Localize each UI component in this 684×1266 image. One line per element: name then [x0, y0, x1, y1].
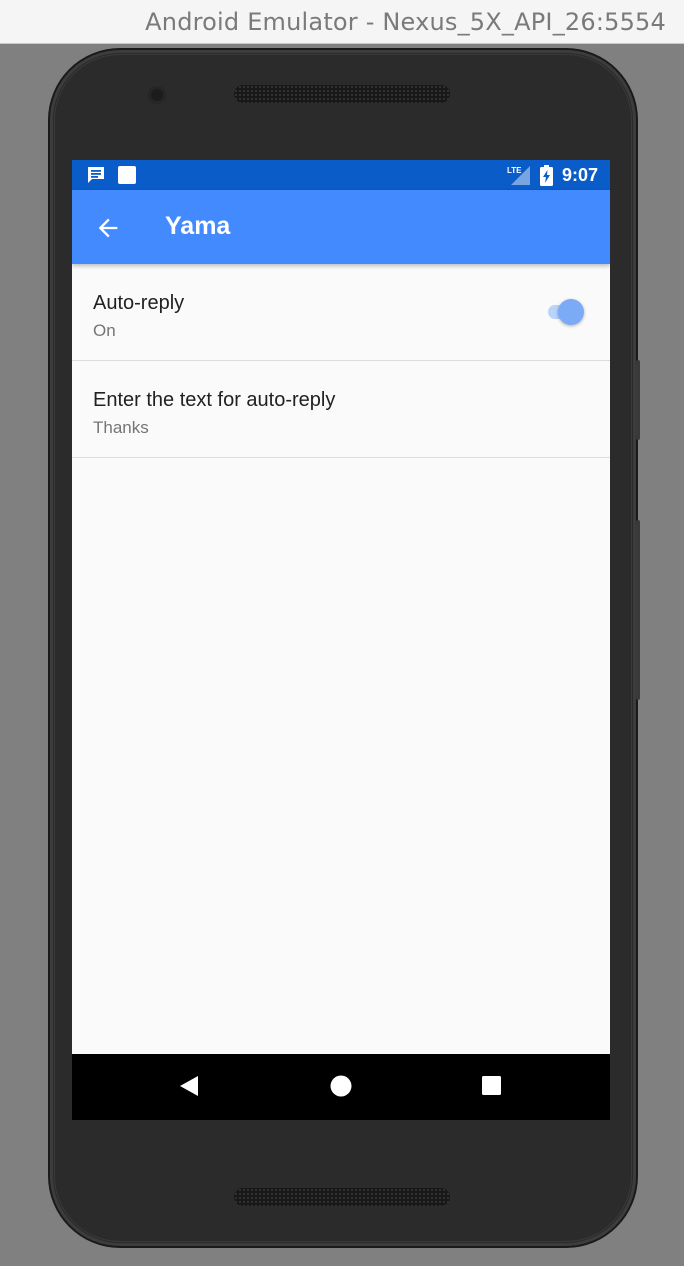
front-camera — [148, 86, 166, 104]
auto-reply-title: Auto-reply — [93, 292, 185, 314]
auto-reply-preference[interactable]: Auto-reply On — [72, 264, 610, 361]
power-button[interactable] — [636, 360, 640, 440]
app-bar: Yama — [72, 190, 610, 264]
bottom-speaker-grille — [234, 1188, 450, 1206]
lte-label: LTE — [507, 166, 522, 175]
status-clock: 9:07 — [561, 165, 598, 185]
back-triangle-icon[interactable] — [178, 1074, 200, 1098]
message-notification-icon — [88, 167, 104, 183]
home-circle-icon[interactable] — [329, 1074, 353, 1098]
top-speaker-grille — [234, 85, 450, 103]
battery-charging-icon — [540, 165, 553, 186]
auto-reply-text-preference[interactable]: Enter the text for auto-reply Thanks — [72, 361, 610, 458]
page-title: Yama — [165, 212, 231, 240]
lte-signal-icon: LTE — [507, 166, 530, 185]
auto-reply-switch[interactable] — [544, 299, 584, 325]
navigation-bar — [72, 1054, 610, 1120]
auto-reply-text-summary: Thanks — [93, 418, 149, 437]
switch-thumb — [558, 299, 584, 325]
emulator-window-title: Android Emulator - Nexus_5X_API_26:5554 — [145, 8, 666, 36]
device-screen: LTE 9:07 Yama Auto-reply On Enter the te… — [72, 160, 610, 1120]
recents-square-icon[interactable] — [481, 1075, 503, 1097]
auto-reply-text-title: Enter the text for auto-reply — [93, 389, 336, 411]
status-bar: LTE 9:07 — [72, 160, 610, 190]
square-notification-icon — [118, 166, 136, 184]
auto-reply-summary: On — [93, 321, 116, 340]
arrow-back-icon[interactable] — [94, 214, 122, 242]
volume-rocker[interactable] — [636, 520, 640, 700]
emulator-title-bar: Android Emulator - Nexus_5X_API_26:5554 — [0, 0, 684, 44]
